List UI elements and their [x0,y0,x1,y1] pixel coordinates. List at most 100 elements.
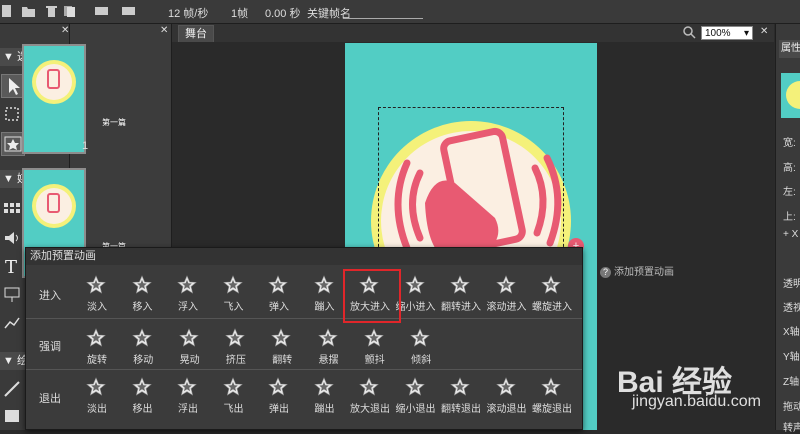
animation-preset-label: 浮入 [178,302,198,313]
help-icon: ? [600,267,611,278]
animation-preset-label: 移动 [133,355,154,366]
animation-preset[interactable]: 滚动退出 [484,374,530,416]
page-thumbnail-1[interactable] [22,44,86,154]
add-animation-hint: ? 添加预置动画 [600,263,674,278]
animation-preset[interactable]: 翻转 [259,325,305,367]
animation-preset[interactable]: 淡出 [74,374,120,416]
zoom-value: 100% [705,28,731,39]
close-icon[interactable]: ✕ [61,25,69,36]
animation-preset-label: 浮出 [178,404,198,415]
animation-preset-label: 翻转 [272,355,293,366]
frame-list-icon[interactable] [122,5,135,17]
popup-title: 添加预置动画 [26,248,582,265]
property-preview [781,73,800,118]
star-icon [177,377,197,396]
x-axis-label: X轴 [783,327,800,338]
animation-preset-label: 弹入 [269,302,289,313]
animation-preset[interactable]: 缩小退出 [393,374,439,416]
animation-preset[interactable]: 螺旋退出 [529,374,575,416]
row-label-enter: 进入 [39,290,61,302]
animation-preset-label: 倾斜 [411,355,432,366]
top-label: 上: [783,212,796,223]
animation-preset[interactable]: 螺旋进入 [529,272,575,314]
animation-preset-label: 飞入 [223,302,244,313]
selection-box[interactable] [378,107,564,257]
animation-preset[interactable]: 淡入 [74,272,120,314]
frame-icon[interactable] [95,5,108,17]
search-icon[interactable] [683,26,696,42]
animation-preset[interactable]: 悬摆 [306,325,352,367]
animation-preset[interactable]: 颤抖 [352,325,398,367]
star-icon [268,275,288,294]
animation-preset-label: 挤压 [225,355,246,366]
star-icon [86,275,106,294]
chart-tool-icon[interactable] [1,311,25,335]
animation-preset[interactable]: 蹦出 [302,374,348,416]
animation-preset-label: 悬摆 [318,355,339,366]
animation-preset[interactable]: 挤压 [213,325,259,367]
animation-preset[interactable]: 浮入 [165,272,211,314]
star-icon [313,377,334,396]
time-display: 0.00 秒 [265,8,301,20]
animation-preset-label: 滚动进入 [486,302,527,313]
copy-icon[interactable] [63,5,76,17]
animation-preset[interactable]: 移出 [120,374,166,416]
animation-preset-label: 飞出 [223,404,244,415]
open-folder-icon[interactable] [22,5,35,17]
keyframe-name-input[interactable] [343,5,423,19]
animation-preset[interactable]: 翻转退出 [438,374,484,416]
frame-count: 1帧 [231,8,249,20]
animation-preset[interactable]: 倾斜 [398,325,444,367]
close-icon[interactable]: ✕ [760,26,768,37]
tab-stage[interactable]: 舞台 [178,25,214,42]
animation-preset-label: 移出 [132,404,153,415]
animation-preset[interactable]: 飞入 [211,272,257,314]
animation-preset-label: 放大退出 [350,404,390,415]
animation-preset[interactable]: 旋转 [74,325,120,367]
animation-preset[interactable]: 弹出 [256,374,302,416]
animation-preset[interactable]: 移入 [120,272,166,314]
thumbnail-caption: 第一篇 [102,118,126,127]
animation-preset[interactable]: 浮出 [165,374,211,416]
animation-preset[interactable]: 晃动 [167,325,213,367]
star-icon [450,275,470,294]
star-icon [271,328,291,347]
delete-icon[interactable] [45,5,58,17]
row-label-emphasis: 强调 [39,341,61,353]
animation-preset-label: 翻转退出 [441,404,481,415]
zoom-select[interactable]: 100% ▾ [701,26,753,40]
y-axis-label: Y轴 [783,352,800,363]
animation-preset-label: 晃动 [179,355,200,366]
z-axis-label: Z轴 [783,377,800,388]
animation-preset[interactable]: 翻转进入 [438,272,484,314]
animation-preset[interactable]: 飞出 [211,374,257,416]
animation-preset-label: 滚动退出 [486,404,527,415]
line-tool-icon[interactable] [1,378,25,402]
sound-label: 转声 [783,423,800,434]
star-icon [450,377,470,396]
animation-preset-label: 蹦入 [314,302,335,313]
opacity-label: 透明 [783,279,800,290]
animation-preset[interactable]: 滚动进入 [484,272,530,314]
star-icon [317,328,338,347]
top-toolbar: 12 帧/秒 1帧 0.00 秒 关键帧名 [0,0,800,24]
new-file-icon[interactable] [0,5,13,17]
star-icon [313,275,334,294]
row-divider [26,318,582,319]
perspective-label: 透视 [783,303,800,314]
animation-preset-label: 移入 [132,302,153,313]
star-icon [222,275,243,294]
close-icon[interactable]: ✕ [160,25,168,36]
animation-preset[interactable]: 移动 [120,325,166,367]
animation-preset-label: 弹出 [269,404,289,415]
animation-preset[interactable]: 蹦入 [302,272,348,314]
tab-properties[interactable]: 属性 [779,40,800,58]
width-label: 宽: [783,138,796,149]
star-icon [359,377,379,396]
board-tool-icon[interactable] [1,283,25,307]
animation-preset[interactable]: 弹入 [256,272,302,314]
fps-display: 12 帧/秒 [168,8,209,20]
animation-preset[interactable]: 放大退出 [347,374,393,416]
star-icon [178,328,199,347]
rect-tool-icon[interactable] [1,405,25,429]
